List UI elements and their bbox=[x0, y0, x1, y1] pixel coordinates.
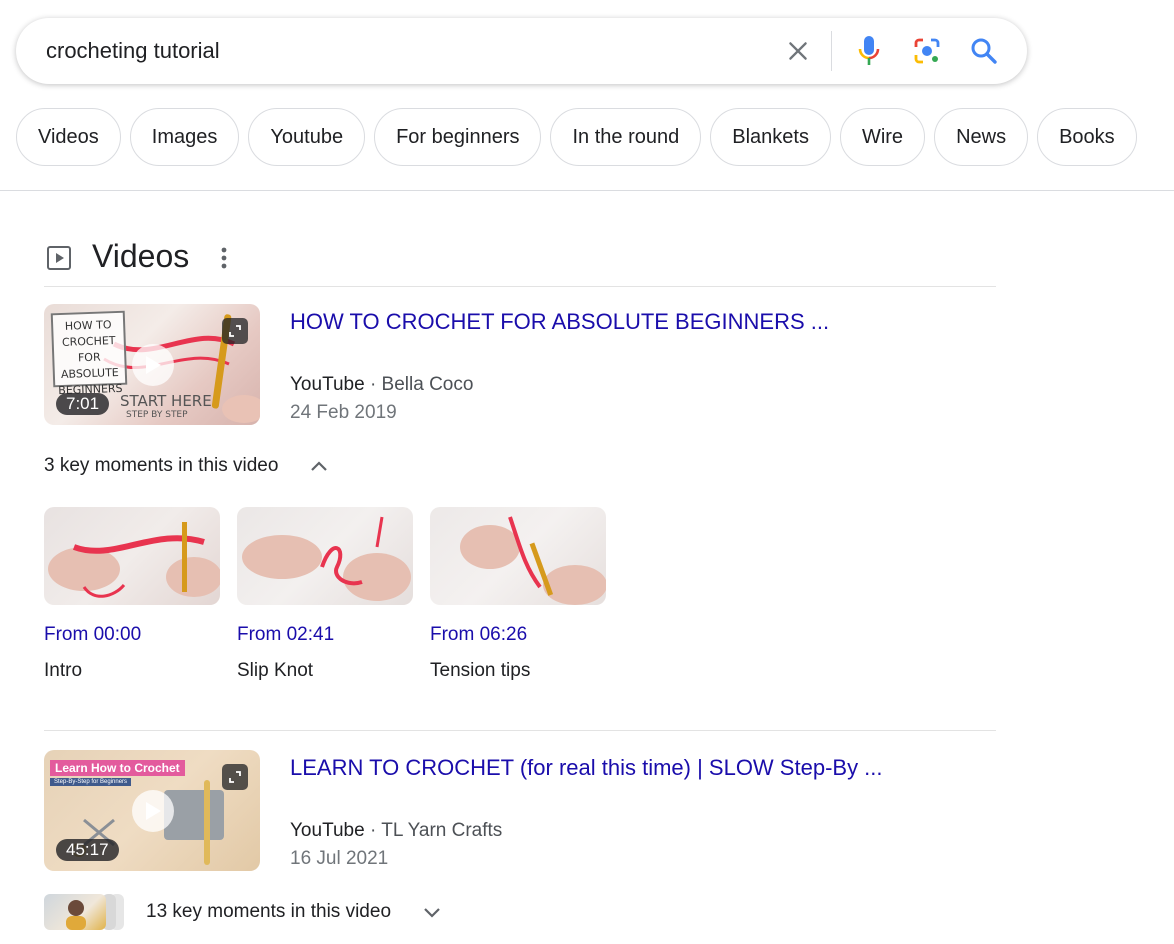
key-moment-time-link[interactable]: From 00:00 bbox=[44, 624, 220, 646]
chevron-down-icon bbox=[421, 901, 443, 923]
thumbnail-subbanner: Step-By-Step for Beginners bbox=[50, 778, 132, 786]
video-date: 16 Jul 2021 bbox=[290, 848, 389, 869]
key-moment: From 00:00 Intro bbox=[44, 507, 220, 682]
chip-news[interactable]: News bbox=[934, 108, 1029, 166]
chip-youtube[interactable]: Youtube bbox=[248, 108, 366, 166]
key-moment-label: Intro bbox=[44, 660, 83, 681]
chip-videos[interactable]: Videos bbox=[16, 108, 121, 166]
video-thumbnail[interactable]: HOW TO CROCHET FOR ABSOLUTE BEGINNERS ST… bbox=[44, 304, 260, 425]
video-duration: 7:01 bbox=[56, 393, 110, 415]
video-date: 24 Feb 2019 bbox=[290, 402, 397, 423]
play-icon bbox=[132, 344, 174, 386]
video-source: YouTube · Bella Coco bbox=[290, 374, 474, 395]
key-moment-time-link[interactable]: From 02:41 bbox=[237, 624, 413, 646]
camera-lens-icon[interactable] bbox=[909, 33, 945, 69]
video-duration: 45:17 bbox=[56, 839, 119, 861]
key-moment-thumbnail[interactable] bbox=[44, 507, 220, 605]
key-moment-time-link[interactable]: From 06:26 bbox=[430, 624, 606, 646]
video-thumbnail[interactable]: Learn How to Crochet Step-By-Step for Be… bbox=[44, 750, 260, 871]
key-moments-label: 13 key moments in this video bbox=[146, 901, 392, 922]
header-divider bbox=[0, 190, 1174, 191]
play-icon bbox=[132, 790, 174, 832]
key-moments-toggle[interactable]: 13 key moments in this video bbox=[146, 901, 443, 923]
thumbnail-start-text: START HERE STEP BY STEP bbox=[120, 392, 212, 421]
video-title-link[interactable]: HOW TO CROCHET FOR ABSOLUTE BEGINNERS ..… bbox=[290, 309, 829, 335]
chip-books[interactable]: Books bbox=[1037, 108, 1137, 166]
video-source: YouTube · TL Yarn Crafts bbox=[290, 820, 503, 841]
chip-for-beginners[interactable]: For beginners bbox=[374, 108, 542, 166]
clear-icon[interactable] bbox=[782, 35, 814, 67]
chip-blankets[interactable]: Blankets bbox=[710, 108, 831, 166]
chip-in-the-round[interactable]: In the round bbox=[550, 108, 702, 166]
thumbnail-banner: Learn How to Crochet bbox=[50, 760, 185, 776]
key-moments-label: 3 key moments in this video bbox=[44, 455, 279, 476]
key-moment-thumbnail[interactable] bbox=[237, 507, 413, 605]
thumbnail-caption: HOW TO CROCHET FOR ABSOLUTE BEGINNERS bbox=[50, 310, 128, 397]
key-moments-preview[interactable] bbox=[44, 894, 126, 930]
search-input[interactable]: crocheting tutorial bbox=[46, 38, 220, 64]
expand-icon[interactable] bbox=[222, 318, 248, 344]
video-play-icon bbox=[46, 245, 72, 271]
key-moments-toggle[interactable]: 3 key moments in this video bbox=[44, 455, 330, 477]
chevron-up-icon bbox=[308, 455, 330, 477]
search-bar[interactable]: crocheting tutorial bbox=[16, 18, 1027, 84]
key-moment-thumbnail[interactable] bbox=[430, 507, 606, 605]
key-moment-label: Slip Knot bbox=[237, 660, 314, 681]
video-title-link[interactable]: LEARN TO CROCHET (for real this time) | … bbox=[290, 755, 883, 781]
chip-wire[interactable]: Wire bbox=[839, 108, 926, 166]
expand-icon[interactable] bbox=[222, 764, 248, 790]
more-options-icon[interactable] bbox=[210, 244, 238, 272]
search-divider bbox=[831, 31, 832, 71]
chip-images[interactable]: Images bbox=[129, 108, 240, 166]
section-title: Videos bbox=[92, 238, 190, 274]
section-divider bbox=[44, 286, 996, 287]
key-moment: From 06:26 Tension tips bbox=[430, 507, 606, 682]
search-icon[interactable] bbox=[966, 33, 1002, 69]
microphone-icon[interactable] bbox=[854, 33, 884, 69]
filter-chips: Videos Images Youtube For beginners In t… bbox=[16, 108, 1137, 166]
key-moment: From 02:41 Slip Knot bbox=[237, 507, 413, 682]
result-divider bbox=[44, 730, 996, 731]
key-moment-label: Tension tips bbox=[430, 660, 531, 681]
